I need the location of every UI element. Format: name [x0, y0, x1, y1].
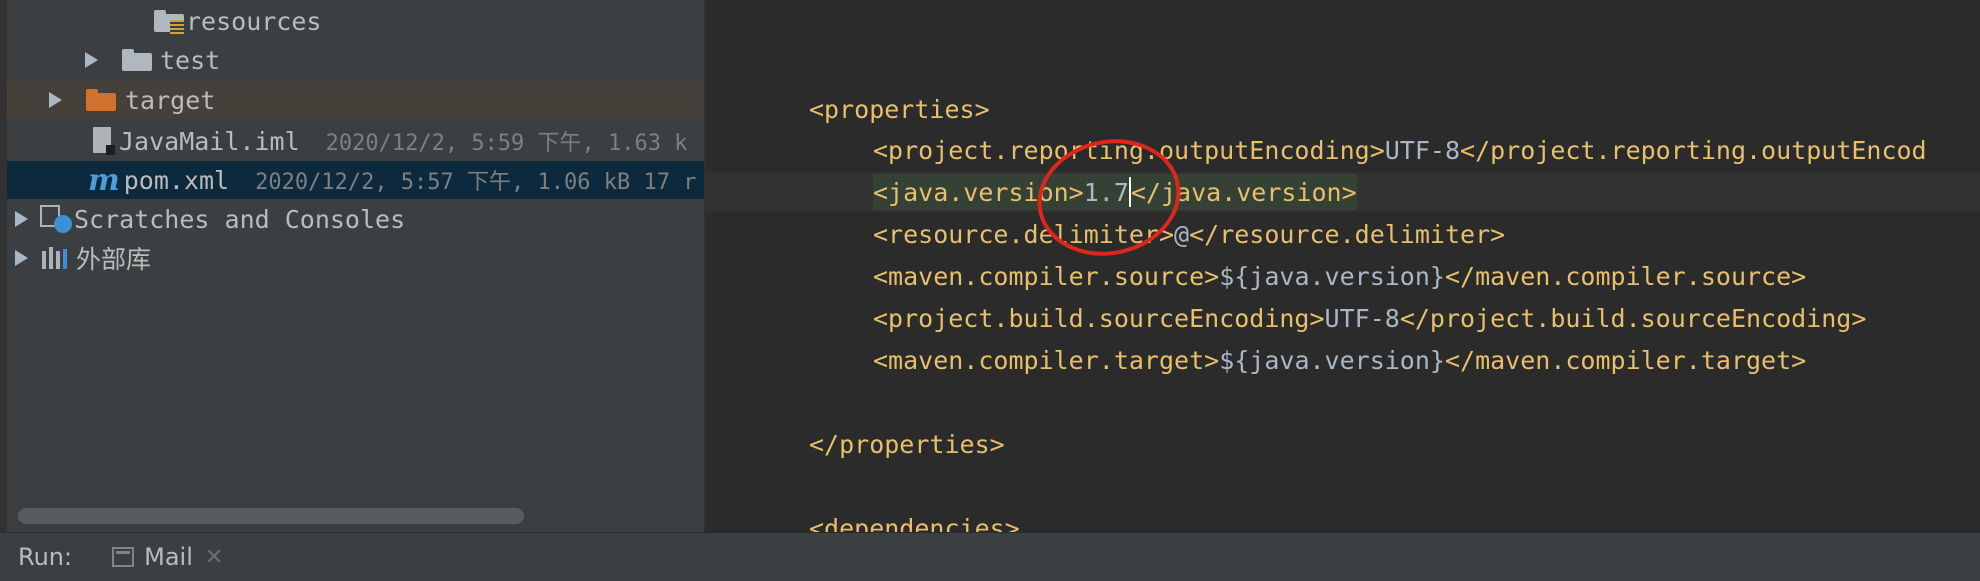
scratches-icon — [40, 203, 74, 235]
xml-tag: <project.build.sourceEncoding> — [873, 303, 1325, 333]
xml-tag: <maven.compiler.source> — [873, 261, 1220, 291]
horizontal-scrollbar-thumb[interactable] — [18, 508, 524, 524]
folder-icon — [122, 49, 152, 71]
expand-arrow-icon[interactable] — [15, 250, 28, 266]
run-tab-label: Mail — [144, 543, 193, 571]
xml-tag: <properties> — [809, 94, 990, 124]
xml-value: ${java.version} — [1219, 261, 1445, 291]
maven-file-icon: m — [88, 162, 120, 198]
tree-item-label: JavaMail.iml — [119, 126, 300, 156]
expand-arrow-icon[interactable] — [49, 92, 62, 108]
code-line[interactable]: <maven.compiler.target> ${java.version} </… — [705, 340, 1980, 380]
tree-item-label: target — [125, 85, 216, 115]
tree-item-test[interactable]: test — [7, 41, 704, 79]
tree-item-label: test — [160, 45, 221, 75]
tree-item-external-libraries[interactable]: 外部库 — [7, 239, 704, 277]
code-line[interactable]: <project.reporting.outputEncoding> UTF-8 <… — [705, 130, 1980, 170]
run-tool-window-bar: Run: Mail ✕ — [0, 532, 1980, 581]
xml-tag: </resource.delimiter> — [1189, 219, 1506, 249]
current-code-line[interactable]: <java.version> 1.7 </java.version> — [705, 172, 1980, 212]
code-line[interactable]: <maven.compiler.source> ${java.version} </… — [705, 256, 1980, 296]
tree-item-label: pom.xml — [123, 165, 230, 195]
code-line[interactable]: <project.build.sourceEncoding> UTF-8 </pro… — [705, 298, 1980, 338]
project-tree-panel: resources test target JavaMail.iml 2020/… — [0, 0, 704, 532]
code-editor[interactable]: <properties> <project.reporting.outputEn… — [704, 0, 1980, 532]
file-meta: 2020/12/2, 5:57 下午, 1.06 kB 17 r — [255, 170, 697, 195]
iml-file-icon — [93, 127, 115, 155]
excluded-folder-icon — [86, 89, 116, 111]
tree-item-resources[interactable]: resources — [7, 2, 704, 40]
code-line[interactable]: <dependencies> — [705, 508, 1980, 533]
code-line[interactable]: <properties> — [705, 89, 1980, 129]
xml-value: UTF-8 — [1384, 135, 1461, 165]
tree-item-label: resources — [186, 6, 322, 36]
xml-tag: </properties> — [809, 429, 1005, 459]
xml-value: @ — [1174, 219, 1190, 249]
code-line[interactable]: </properties> — [705, 424, 1980, 464]
tree-item-javamail-iml[interactable]: JavaMail.iml 2020/12/2, 5:59 下午, 1.63 k — [7, 122, 704, 160]
console-icon — [112, 547, 135, 567]
xml-value: ${java.version} — [1219, 345, 1445, 375]
xml-tag: <maven.compiler.target> — [873, 345, 1220, 375]
run-tab-mail[interactable]: Mail ✕ — [112, 543, 223, 571]
xml-tag: </maven.compiler.target> — [1444, 345, 1807, 375]
expand-arrow-icon[interactable] — [85, 52, 98, 68]
xml-tag: <dependencies> — [809, 513, 1020, 533]
tree-item-scratches[interactable]: Scratches and Consoles — [7, 200, 704, 238]
xml-tag: </project.build.sourceEncoding> — [1399, 303, 1867, 333]
close-icon[interactable]: ✕ — [205, 545, 223, 570]
xml-tag: </maven.compiler.source> — [1444, 261, 1807, 291]
xml-tag: </project.reporting.outputEncod — [1460, 135, 1927, 165]
libraries-icon — [42, 247, 72, 269]
run-label: Run: — [18, 543, 73, 571]
tree-item-pom-xml[interactable]: m pom.xml 2020/12/2, 5:57 下午, 1.06 kB 17… — [7, 161, 704, 199]
file-meta: 2020/12/2, 5:59 下午, 1.63 k — [325, 131, 688, 156]
tree-item-target[interactable]: target — [7, 81, 704, 119]
xml-value: UTF-8 — [1324, 303, 1400, 333]
tree-item-label: 外部库 — [76, 245, 152, 274]
code-line[interactable]: <resource.delimiter> @ </resource.delimite… — [705, 214, 1980, 254]
resources-folder-icon — [154, 10, 184, 34]
tree-item-label: Scratches and Consoles — [74, 204, 406, 234]
expand-arrow-icon[interactable] — [15, 211, 28, 227]
